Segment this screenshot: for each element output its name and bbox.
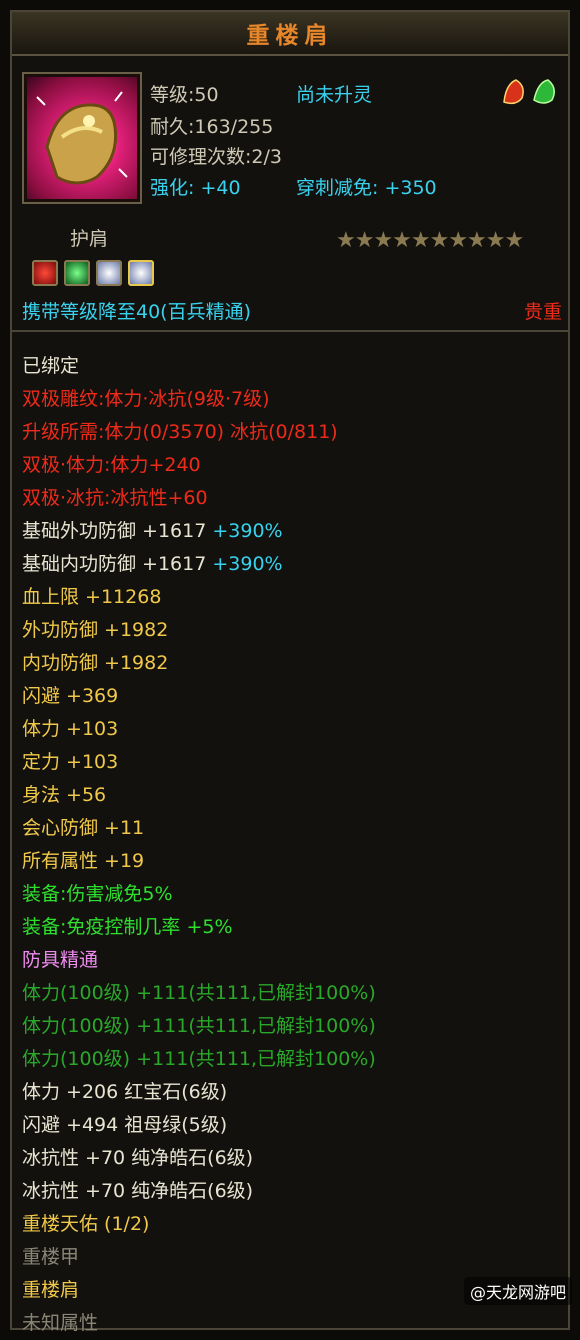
diamond-gem-icon (128, 260, 154, 286)
attribute-row: 双极·体力:体力+240 (22, 449, 562, 482)
level-text: 等级:50 (150, 84, 219, 106)
attribute-row: 装备:免疫控制几率 +5% (22, 911, 562, 944)
title-bar: 重楼肩 (12, 12, 568, 56)
attribute-row: 体力(100级) +111(共111,已解封100%) (22, 977, 562, 1010)
attribute-text: 双极·冰抗:冰抗性+60 (22, 487, 208, 509)
attribute-text: 内功防御 +1982 (22, 652, 169, 674)
attribute-text: 未知属性 (22, 1312, 99, 1334)
attribute-row: 基础外功防御 +1617 +390% (22, 515, 562, 548)
attribute-text: 基础内功防御 +1617 (22, 553, 207, 575)
pierce-reduction-text: 穿刺减免: +350 (296, 177, 437, 199)
attribute-text: 所有属性 +19 (22, 850, 145, 872)
green-badge-icon (530, 76, 558, 106)
attribute-row: 体力 +206 红宝石(6级) (22, 1076, 562, 1109)
attribute-text: 双极雕纹:体力·冰抗(9级·7级) (22, 388, 270, 410)
attribute-row: 已绑定 (22, 350, 562, 383)
attribute-row: 体力(100级) +111(共111,已解封100%) (22, 1010, 562, 1043)
attribute-text: 重楼天佑 (1/2) (22, 1213, 150, 1235)
attribute-row: 基础内功防御 +1617 +390% (22, 548, 562, 581)
diamond-gem-icon (96, 260, 122, 286)
attribute-extra: +390% (206, 553, 283, 575)
attribute-row: 冰抗性 +70 纯净皓石(6级) (22, 1175, 562, 1208)
attribute-row: 闪避 +494 祖母绿(5级) (22, 1109, 562, 1142)
attribute-text: 血上限 +11268 (22, 586, 162, 608)
shoulder-armor-icon (27, 77, 137, 199)
divider (12, 330, 568, 332)
durability-text: 耐久:163/255 (150, 116, 274, 138)
attribute-text: 升级所需:体力(0/3570) 冰抗(0/811) (22, 421, 338, 443)
attribute-text: 重楼肩 (22, 1279, 80, 1301)
attribute-text: 冰抗性 +70 纯净皓石(6级) (22, 1180, 254, 1202)
attribute-text: 身法 +56 (22, 784, 107, 806)
attribute-text: 体力(100级) +111(共111,已解封100%) (22, 982, 376, 1004)
attribute-row: 会心防御 +11 (22, 812, 562, 845)
attribute-row: 未知属性 (22, 1307, 562, 1340)
attribute-text: 已绑定 (22, 355, 80, 377)
attribute-text: 体力 +206 红宝石(6级) (22, 1081, 228, 1103)
attribute-text: 体力 +103 (22, 718, 119, 740)
attribute-row: 体力(100级) +111(共111,已解封100%) (22, 1043, 562, 1076)
strengthen-text: 强化: +40 (150, 177, 241, 199)
attribute-row: 闪避 +369 (22, 680, 562, 713)
attribute-list: 已绑定双极雕纹:体力·冰抗(9级·7级) 升级所需:体力(0/3570) 冰抗(0… (22, 350, 562, 1340)
repair-count-text: 可修理次数:2/3 (150, 146, 282, 168)
attribute-row: 双极·冰抗:冰抗性+60 (22, 482, 562, 515)
attribute-row: 重楼天佑 (1/2) (22, 1208, 562, 1241)
attribute-row: 定力 +103 (22, 746, 562, 779)
item-title: 重楼肩 (246, 23, 334, 49)
attribute-text: 闪避 +369 (22, 685, 119, 707)
attribute-text: 体力(100级) +111(共111,已解封100%) (22, 1048, 376, 1070)
attribute-text: 防具精通 (22, 949, 99, 971)
attribute-row: 双极雕纹:体力·冰抗(9级·7级) (22, 383, 562, 416)
attribute-text: 定力 +103 (22, 751, 119, 773)
attribute-row: 身法 +56 (22, 779, 562, 812)
attribute-row: 外功防御 +1982 (22, 614, 562, 647)
attribute-text: 双极·体力:体力+240 (22, 454, 201, 476)
attribute-row: 重楼甲 (22, 1241, 562, 1274)
attribute-row: 体力 +103 (22, 713, 562, 746)
attribute-text: 外功防御 +1982 (22, 619, 169, 641)
attribute-text: 装备:伤害减免5% (22, 883, 173, 905)
attribute-text: 重楼甲 (22, 1246, 80, 1268)
item-tooltip: 重楼肩 等级:50 尚未升灵 耐久:163/255 可修理次数:2/3 强化: … (10, 10, 570, 1334)
attribute-text: 闪避 +494 祖母绿(5级) (22, 1114, 228, 1136)
attribute-row: 所有属性 +19 (22, 845, 562, 878)
attribute-row: 血上限 +11268 (22, 581, 562, 614)
attribute-row: 升级所需:体力(0/3570) 冰抗(0/811) (22, 416, 562, 449)
rarity-text: 贵重 (523, 301, 562, 323)
item-type: 护肩 (70, 228, 109, 250)
ruby-gem-icon (32, 260, 58, 286)
attribute-text: 装备:免疫控制几率 +5% (22, 916, 233, 938)
attribute-row: 冰抗性 +70 纯净皓石(6级) (22, 1142, 562, 1175)
spirit-status: 尚未升灵 (296, 84, 373, 106)
attribute-row: 防具精通 (22, 944, 562, 977)
watermark: @天龙网游吧 (463, 1277, 572, 1305)
attribute-row: 装备:伤害减免5% (22, 878, 562, 911)
attribute-text: 基础外功防御 +1617 (22, 520, 207, 542)
emerald-gem-icon (64, 260, 90, 286)
attribute-row: 内功防御 +1982 (22, 647, 562, 680)
attribute-text: 冰抗性 +70 纯净皓石(6级) (22, 1147, 254, 1169)
attribute-text: 体力(100级) +111(共111,已解封100%) (22, 1015, 376, 1037)
red-badge-icon (500, 76, 528, 106)
attribute-text: 会心防御 +11 (22, 817, 145, 839)
carry-level-text: 携带等级降至40(百兵精通) (22, 301, 252, 323)
attribute-extra: +390% (206, 520, 283, 542)
item-icon-frame (22, 72, 142, 204)
star-rating: ★★★★★★★★★★ (336, 228, 524, 253)
